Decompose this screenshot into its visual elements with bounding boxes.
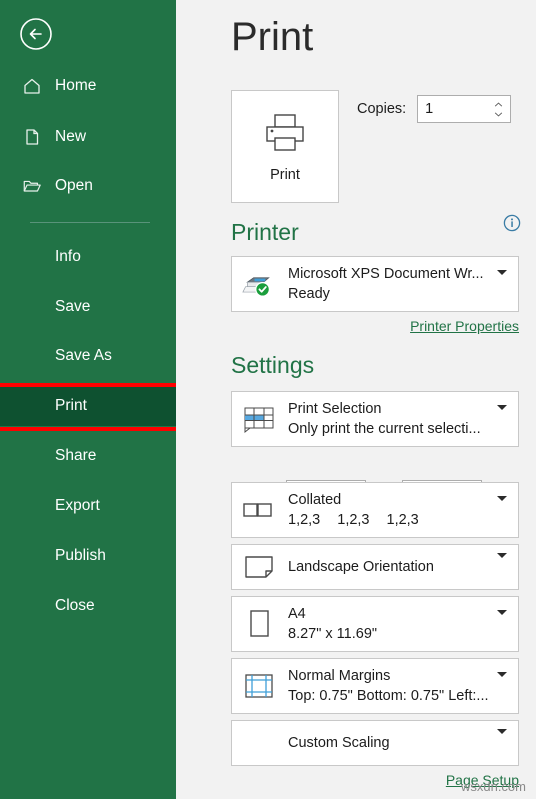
paper-size-title: A4 [288,606,306,622]
sidebar-item-label: Export [55,497,100,514]
sidebar-item-label: Info [55,248,81,265]
paper-size-dimensions: 8.27" x 11.69" [288,626,378,642]
chevron-up-icon [494,101,502,107]
collation-select[interactable]: Collated 1,2,3 1,2,3 1,2,3 [231,482,519,538]
print-what-text: Print Selection Only print the current s… [288,401,488,437]
sidebar-item-new[interactable]: New [0,117,176,157]
sidebar-item-label: Print [55,397,87,414]
collation-seq-2: 1,2,3 [337,512,370,528]
collation-title: Collated [288,492,342,508]
print-backstage-screen: Home New Open Info Save Save As Print Sh… [0,0,536,799]
print-button[interactable]: Print [231,90,339,203]
info-icon[interactable] [503,214,521,237]
sidebar-item-label: Home [55,77,97,94]
orientation-title: Landscape Orientation [288,559,434,575]
collation-seq-1: 1,2,3 [288,512,321,528]
sidebar-item-label: New [55,128,87,145]
sidebar-item-label: Share [55,447,97,464]
chevron-down-icon[interactable] [497,270,507,293]
printer-section-heading: Printer [231,219,299,245]
copies-row: Copies: 1 [357,95,512,123]
print-what-select[interactable]: Print Selection Only print the current s… [231,391,519,447]
print-selection-icon [242,404,276,434]
home-icon [22,76,42,96]
print-button-label: Print [270,166,300,183]
backstage-sidebar: Home New Open Info Save Save As Print Sh… [0,0,176,799]
watermark-text: wsxdn.com [460,779,526,794]
copies-value: 1 [425,101,434,117]
scaling-title: Custom Scaling [288,735,390,751]
copies-stepper[interactable]: 1 [417,95,512,123]
printer-properties-link[interactable]: Printer Properties [410,318,519,334]
folder-icon [22,176,42,196]
print-what-description: Only print the current selecti... [288,421,481,437]
sidebar-item-label: Save As [55,347,112,364]
chevron-down-icon[interactable] [497,672,507,695]
print-what-title: Print Selection [288,401,382,417]
sidebar-item-label: Publish [55,547,106,564]
paper-size-icon [242,608,276,640]
orientation-select[interactable]: Landscape Orientation [231,544,519,590]
sidebar-divider [30,222,150,223]
scaling-text: Custom Scaling [288,735,488,751]
chevron-down-icon[interactable] [497,405,507,428]
printer-select-text: Microsoft XPS Document Wr... Ready [288,266,488,302]
page-title: Print [231,15,314,59]
copies-label: Copies: [357,101,407,117]
margins-title: Normal Margins [288,668,391,684]
file-icon [22,127,42,147]
sidebar-item-open[interactable]: Open [0,166,176,206]
collation-seq-3: 1,2,3 [386,512,419,528]
orientation-text: Landscape Orientation [288,559,488,575]
chevron-down-icon[interactable] [497,553,507,576]
collation-text: Collated 1,2,3 1,2,3 1,2,3 [288,492,488,528]
sidebar-item-save[interactable]: Save [0,287,176,327]
margins-text: Normal Margins Top: 0.75" Bottom: 0.75" … [288,668,488,704]
sidebar-item-label: Close [55,597,95,614]
printer-status: Ready [288,286,330,302]
landscape-icon [242,554,276,580]
sidebar-item-close[interactable]: Close [0,586,176,626]
sidebar-item-info[interactable]: Info [0,237,176,277]
paper-size-text: A4 8.27" x 11.69" [288,606,488,642]
printer-select[interactable]: Microsoft XPS Document Wr... Ready [231,256,519,312]
chevron-down-icon [494,111,502,117]
sidebar-item-save-as[interactable]: Save As [0,336,176,376]
sidebar-item-print[interactable]: Print [0,386,176,426]
paper-size-select[interactable]: A4 8.27" x 11.69" [231,596,519,652]
sidebar-item-export[interactable]: Export [0,486,176,526]
settings-section-heading: Settings [231,352,315,378]
margins-select[interactable]: Normal Margins Top: 0.75" Bottom: 0.75" … [231,658,519,714]
sidebar-item-home[interactable]: Home [0,66,176,106]
printer-icon [262,111,308,158]
chevron-down-icon[interactable] [497,610,507,633]
printer-device-icon [242,269,276,299]
copies-stepper-arrows[interactable] [492,96,504,122]
scaling-select[interactable]: Custom Scaling [231,720,519,766]
chevron-down-icon[interactable] [497,496,507,519]
margins-description: Top: 0.75" Bottom: 0.75" Left:... [288,688,488,704]
sidebar-item-share[interactable]: Share [0,436,176,476]
sidebar-item-label: Open [55,177,93,194]
printer-name: Microsoft XPS Document Wr... [288,266,484,282]
sidebar-item-publish[interactable]: Publish [0,536,176,576]
chevron-down-icon[interactable] [497,729,507,752]
print-settings-pane: Print Print Copies: 1 Printer Microsoft … [176,0,536,799]
collation-sequence: 1,2,3 1,2,3 1,2,3 [288,512,488,528]
back-arrow-icon[interactable] [18,16,54,52]
margins-icon [242,671,276,701]
collated-icon [242,500,276,520]
sidebar-item-label: Save [55,298,91,315]
